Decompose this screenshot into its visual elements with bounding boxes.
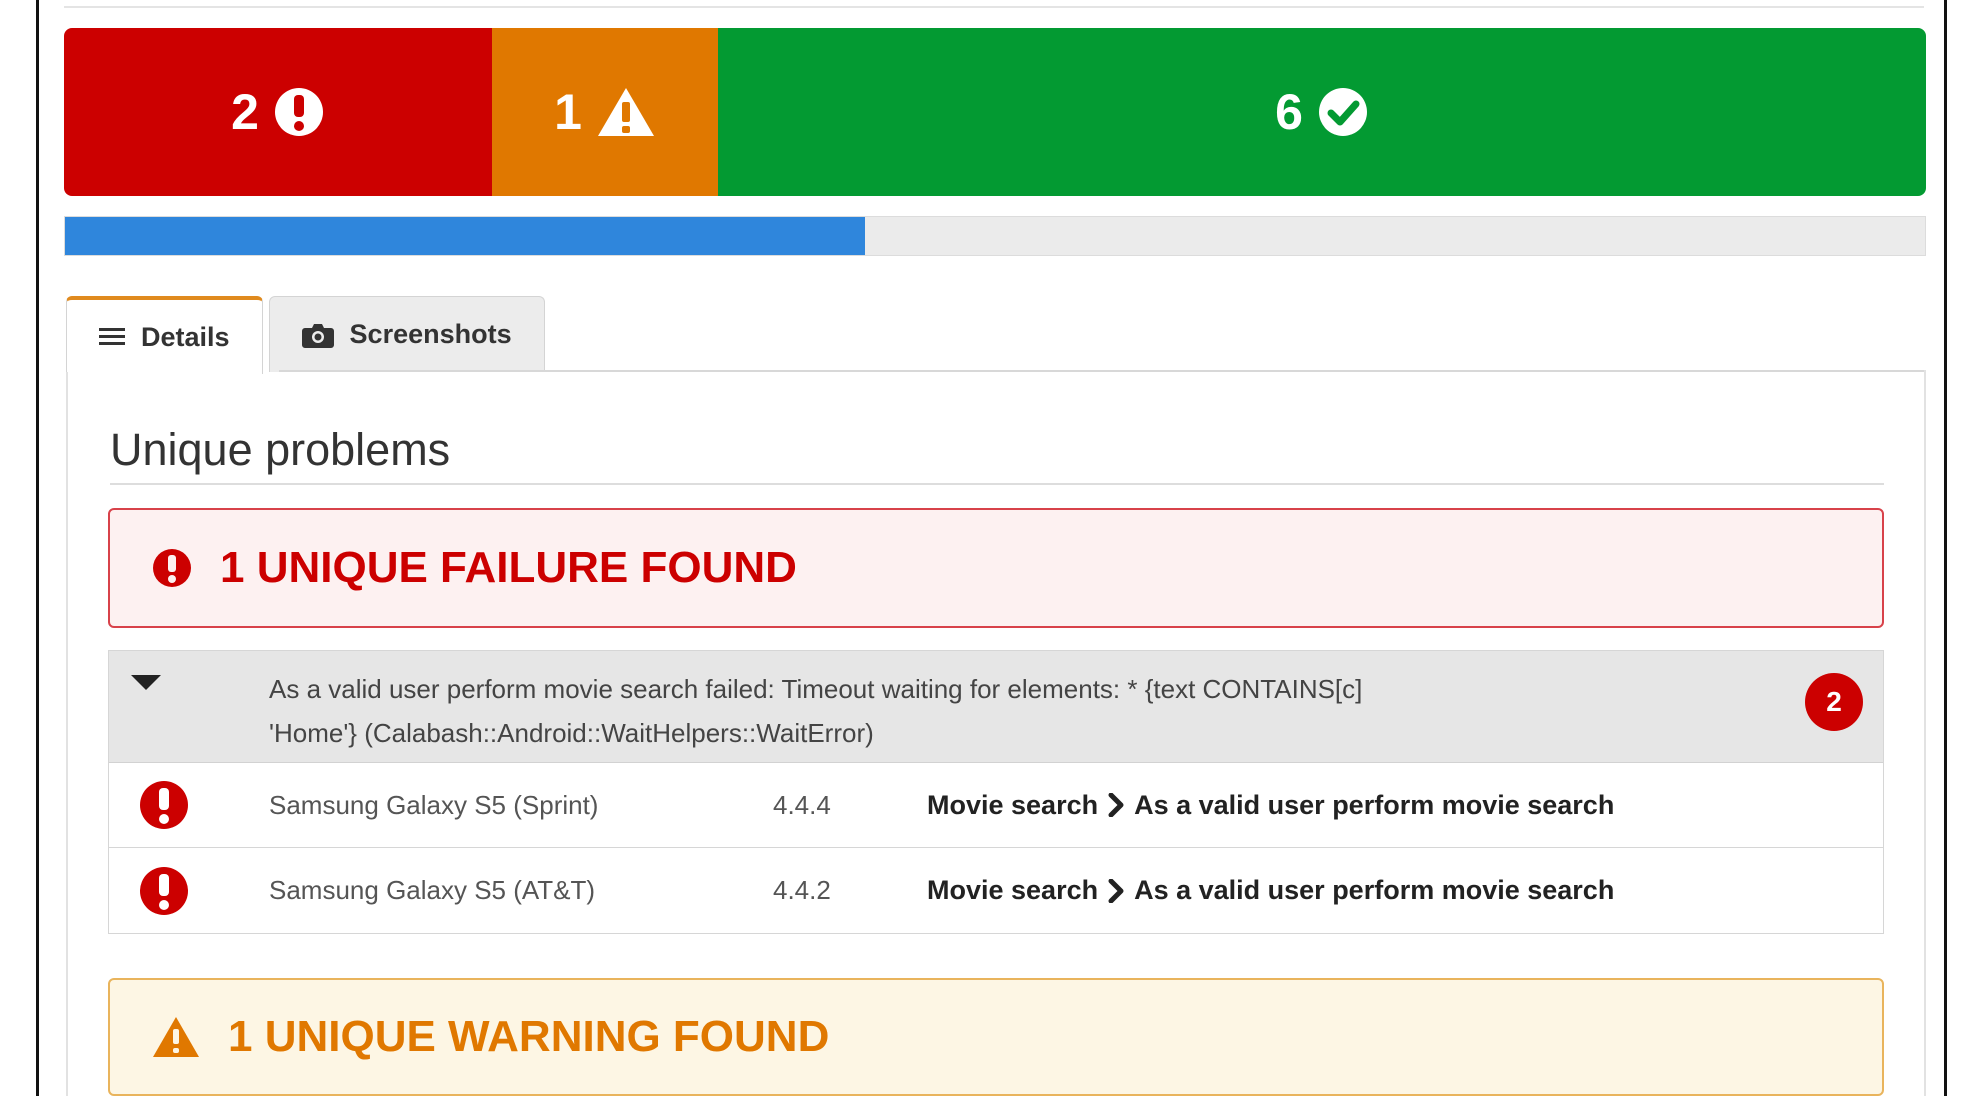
chevron-right-icon [1108,878,1124,903]
failure-row[interactable]: Samsung Galaxy S5 (AT&T) 4.4.2 Movie sea… [109,848,1883,933]
feature-name: Movie search [927,875,1099,905]
warning-count-segment[interactable]: 1 [492,28,718,196]
tab-details-label: Details [141,321,230,352]
progress-bar-fill [65,217,865,255]
window-frame-right [1944,0,1947,1096]
caret-container [109,667,269,696]
window-frame-left [36,0,39,1096]
os-version: 4.4.2 [773,875,831,905]
tab-screenshots[interactable]: Screenshots [268,296,545,372]
row-status [109,866,269,916]
check-circle-icon [1318,88,1367,136]
tab-panel-left-border [66,372,68,1096]
row-status [109,780,269,830]
unique-failure-alert: 1 UNIQUE FAILURE FOUND [108,508,1884,628]
list-icon [99,328,125,345]
failed-count-segment[interactable]: 2 [64,28,492,196]
top-divider [64,6,1924,8]
tab-bar: Details Screenshots [66,296,545,374]
exclamation-circle-icon [153,549,191,587]
warning-triangle-icon [597,88,654,136]
passed-count: 6 [1275,84,1303,140]
progress-bar [64,216,1926,256]
exclamation-circle-icon [140,781,188,829]
scenario-name: As a valid user perform movie search [1134,789,1615,820]
failure-message-line2: 'Home'} (Calabash::Android::WaitHelpers:… [269,718,874,748]
warning-count: 1 [554,84,582,140]
exclamation-circle-icon [274,88,323,136]
caret-down-icon[interactable] [131,675,161,691]
tab-screenshots-label: Screenshots [349,319,512,349]
test-path: Movie search As a valid user perform mov… [927,790,1614,821]
os-version: 4.4.4 [773,789,831,820]
warning-triangle-icon [153,1017,199,1057]
test-summary-bar: 2 1 6 [64,28,1926,196]
tab-panel-top-border [279,370,1926,372]
failure-message-line1: As a valid user perform movie search fai… [269,674,1363,704]
test-path: Movie search As a valid user perform mov… [927,875,1614,906]
unique-failure-alert-text: 1 UNIQUE FAILURE FOUND [220,543,797,592]
section-divider [110,483,1884,485]
passed-count-segment[interactable]: 6 [718,28,1926,196]
camera-icon [301,323,334,348]
device-name: Samsung Galaxy S5 (AT&T) [269,875,596,905]
section-title: Unique problems [110,424,451,475]
device-name: Samsung Galaxy S5 (Sprint) [269,789,599,820]
chevron-right-icon [1108,793,1124,817]
failed-count: 2 [231,84,259,140]
failure-message: As a valid user perform movie search fai… [269,667,1729,755]
unique-warning-alert: 1 UNIQUE WARNING FOUND [108,978,1884,1096]
exclamation-circle-icon [140,866,188,915]
failure-group-header[interactable]: As a valid user perform movie search fai… [109,651,1883,763]
occurrence-count-badge: 2 [1805,673,1863,731]
failure-group: As a valid user perform movie search fai… [108,650,1884,934]
failure-row[interactable]: Samsung Galaxy S5 (Sprint) 4.4.4 Movie s… [109,763,1883,848]
unique-warning-alert-text: 1 UNIQUE WARNING FOUND [228,1012,830,1061]
tab-panel-right-border [1924,370,1926,1096]
scenario-name: As a valid user perform movie search [1134,875,1615,905]
feature-name: Movie search [927,789,1099,820]
tab-details[interactable]: Details [66,296,263,374]
